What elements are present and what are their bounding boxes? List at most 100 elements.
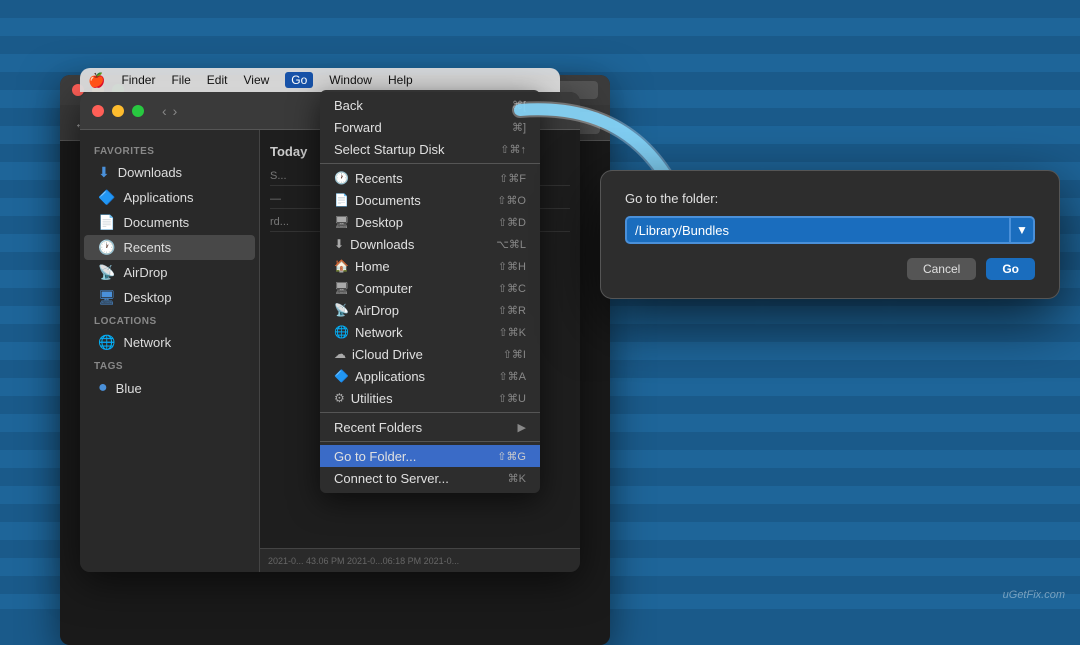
utilities-menu-label: Utilities <box>351 391 393 406</box>
menu-item-recent-folders[interactable]: Recent Folders ▶ <box>320 416 540 438</box>
applications-shortcut: ⇧⌘A <box>498 370 526 383</box>
menu-item-network[interactable]: 🌐 Network ⇧⌘K <box>320 321 540 343</box>
icloud-menu-label: iCloud Drive <box>352 347 423 362</box>
airdrop-icon: 📡 <box>98 264 115 281</box>
recents-icon: 🕐 <box>98 239 115 256</box>
apple-menu-icon[interactable]: 🍎 <box>88 72 105 89</box>
menu-item-computer[interactable]: 🖥 Computer ⇧⌘C <box>320 277 540 299</box>
goto-folder-shortcut: ⇧⌘G <box>497 450 526 463</box>
menu-separator-2 <box>320 412 540 413</box>
finder-back-button[interactable]: ‹ <box>162 103 167 119</box>
sidebar-item-blue-tag[interactable]: ● Blue <box>84 375 255 401</box>
computer-menu-icon: 🖥 <box>334 281 349 295</box>
sidebar-item-applications[interactable]: 🔷 Applications <box>84 185 255 210</box>
menu-separator-3 <box>320 441 540 442</box>
downloads-icon: ⬇ <box>98 164 110 181</box>
back-shortcut: ⌘[ <box>512 99 526 112</box>
menu-item-desktop[interactable]: 🖥 Desktop ⇧⌘D <box>320 211 540 233</box>
sidebar-item-desktop[interactable]: 🖥 Desktop <box>84 285 255 310</box>
recents-menu-label: Recents <box>355 171 403 186</box>
dialog-title: Go to the folder: <box>625 191 1035 206</box>
goto-folder-label: Go to Folder... <box>334 449 416 464</box>
documents-menu-icon: 📄 <box>334 193 349 207</box>
sidebar-item-downloads[interactable]: ⬇ Downloads <box>84 160 255 185</box>
recent-folders-label: Recent Folders <box>334 420 422 435</box>
file-menu-item[interactable]: File <box>171 73 190 87</box>
menu-item-home[interactable]: 🏠 Home ⇧⌘H <box>320 255 540 277</box>
sidebar-item-documents[interactable]: 📄 Documents <box>84 210 255 235</box>
network-menu-label: Network <box>355 325 403 340</box>
favorites-section-label: Favorites <box>80 140 259 160</box>
desktop-menu-icon: 🖥 <box>334 215 349 229</box>
dialog-buttons: Cancel Go <box>625 258 1035 280</box>
menu-item-documents[interactable]: 📄 Documents ⇧⌘O <box>320 189 540 211</box>
sidebar-item-airdrop[interactable]: 📡 AirDrop <box>84 260 255 285</box>
menu-item-utilities[interactable]: ⚙ Utilities ⇧⌘U <box>320 387 540 409</box>
airdrop-shortcut: ⇧⌘R <box>498 304 526 317</box>
dialog-go-button[interactable]: Go <box>986 258 1035 280</box>
menu-item-back[interactable]: Back ⌘[ <box>320 94 540 116</box>
recents-menu-icon: 🕐 <box>334 171 349 185</box>
menu-item-downloads[interactable]: ⬇ Downloads ⌥⌘L <box>320 233 540 255</box>
tags-section-label: Tags <box>80 355 259 375</box>
menu-item-goto-folder[interactable]: Go to Folder... ⇧⌘G <box>320 445 540 467</box>
finder-bottom-bar: 2021-0... 43.06 PM 2021-0...06:18 PM 202… <box>260 548 580 572</box>
finder-fullscreen-button[interactable] <box>132 105 144 117</box>
applications-icon: 🔷 <box>98 189 115 206</box>
go-menu-item[interactable]: Go <box>285 72 313 88</box>
forward-shortcut: ⌘] <box>512 121 526 134</box>
menu-item-recents[interactable]: 🕐 Recents ⇧⌘F <box>320 167 540 189</box>
icloud-menu-icon: ☁ <box>334 347 346 361</box>
downloads-menu-label: Downloads <box>350 237 414 252</box>
finder-menu-item[interactable]: Finder <box>121 73 155 87</box>
edit-menu-item[interactable]: Edit <box>207 73 228 87</box>
bottom-bar-text: 2021-0... 43.06 PM 2021-0...06:18 PM 202… <box>268 556 459 566</box>
finder-sidebar: Favorites ⬇ Downloads 🔷 Applications 📄 D… <box>80 130 260 572</box>
go-dropdown-menu: Back ⌘[ Forward ⌘] Select Startup Disk ⇧… <box>320 90 540 493</box>
menu-item-icloud[interactable]: ☁ iCloud Drive ⇧⌘I <box>320 343 540 365</box>
documents-shortcut: ⇧⌘O <box>497 194 526 207</box>
finder-forward-button[interactable]: › <box>173 103 178 119</box>
home-menu-label: Home <box>355 259 390 274</box>
network-icon: 🌐 <box>98 334 115 351</box>
help-menu-item[interactable]: Help <box>388 73 413 87</box>
sidebar-item-network[interactable]: 🌐 Network <box>84 330 255 355</box>
menu-item-airdrop[interactable]: 📡 AirDrop ⇧⌘R <box>320 299 540 321</box>
watermark: uGetFix.com <box>1003 589 1065 601</box>
window-menu-item[interactable]: Window <box>329 73 372 87</box>
dialog-cancel-button[interactable]: Cancel <box>907 258 976 280</box>
finder-nav-area: ‹ › <box>162 103 177 119</box>
menu-item-startup-disk[interactable]: Select Startup Disk ⇧⌘↑ <box>320 138 540 160</box>
blue-tag-icon: ● <box>98 379 108 397</box>
recents-shortcut: ⇧⌘F <box>499 172 526 185</box>
finder-close-button[interactable] <box>92 105 104 117</box>
sidebar-item-label-downloads: Downloads <box>118 165 182 180</box>
mac-menubar: 🍎 Finder File Edit View Go Window Help <box>80 68 560 92</box>
computer-shortcut: ⇧⌘C <box>498 282 526 295</box>
back-label: Back <box>334 98 363 113</box>
home-shortcut: ⇧⌘H <box>498 260 526 273</box>
locations-section-label: Locations <box>80 310 259 330</box>
connect-server-label: Connect to Server... <box>334 471 449 486</box>
recent-folders-arrow: ▶ <box>518 421 526 434</box>
sidebar-item-label-airdrop: AirDrop <box>123 265 167 280</box>
connect-server-shortcut: ⌘K <box>508 472 526 485</box>
sidebar-item-label-blue: Blue <box>116 381 142 396</box>
dialog-folder-input[interactable] <box>625 216 1011 244</box>
sidebar-item-label-network: Network <box>123 335 171 350</box>
menu-item-applications[interactable]: 🔷 Applications ⇧⌘A <box>320 365 540 387</box>
dialog-input-row: ▼ <box>625 216 1035 244</box>
view-menu-item[interactable]: View <box>243 73 269 87</box>
utilities-shortcut: ⇧⌘U <box>498 392 526 405</box>
sidebar-item-label-recents: Recents <box>123 240 171 255</box>
sidebar-item-recents[interactable]: 🕐 Recents <box>84 235 255 260</box>
applications-menu-icon: 🔷 <box>334 369 349 383</box>
dialog-dropdown-arrow[interactable]: ▼ <box>1011 216 1035 244</box>
menu-item-connect-server[interactable]: Connect to Server... ⌘K <box>320 467 540 489</box>
desktop-menu-label: Desktop <box>355 215 403 230</box>
airdrop-menu-icon: 📡 <box>334 303 349 317</box>
finder-minimize-button[interactable] <box>112 105 124 117</box>
menu-item-forward[interactable]: Forward ⌘] <box>320 116 540 138</box>
sidebar-item-label-desktop: Desktop <box>124 290 172 305</box>
network-shortcut: ⇧⌘K <box>498 326 526 339</box>
